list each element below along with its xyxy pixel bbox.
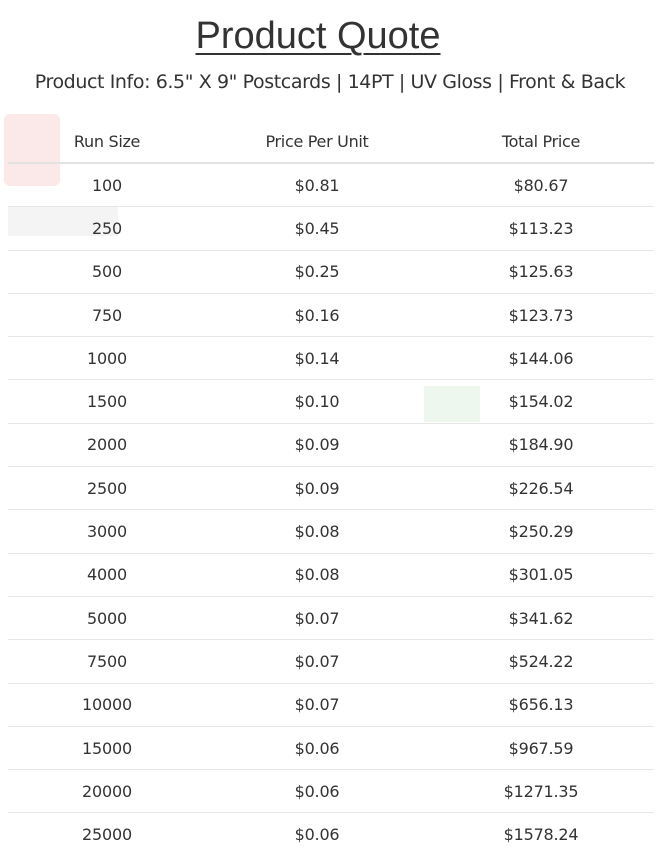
run-size-cell: 2500 <box>8 466 206 511</box>
total-price-cell: $301.05 <box>428 553 654 597</box>
quote-table: Run Size Price Per Unit Total Price 100 $… <box>8 120 654 856</box>
table-row: 10000 $0.07 $656.13 <box>8 683 654 727</box>
price-per-unit-cell: $0.09 <box>206 423 428 468</box>
table-row: 3000 $0.08 $250.29 <box>8 509 654 554</box>
table-row: 7500 $0.07 $524.22 <box>8 639 654 684</box>
page-title: Product Quote <box>195 15 441 57</box>
price-per-unit-cell: $0.06 <box>294 825 340 845</box>
product-info: Product Info: 6.5" X 9" Postcards | 14PT… <box>34 71 626 93</box>
price-per-unit-cell: $0.25 <box>206 250 428 294</box>
table-body: 100 $0.81 $80.67 250 $0.45 $113.23 500 $0.25 $12… <box>8 163 654 856</box>
total-price-cell: $341.62 <box>428 596 654 641</box>
run-size-cell: 100 <box>8 163 206 208</box>
table-row: 2000 $0.09 $184.90 <box>8 423 654 468</box>
total-price-cell: $250.29 <box>428 509 654 554</box>
run-size-cell: 25000 <box>82 825 132 845</box>
run-size-cell: 20000 <box>8 769 206 814</box>
table-header-row: Run Size Price Per Unit Total Price <box>8 120 654 164</box>
price-per-unit-cell: $0.06 <box>206 726 428 771</box>
price-per-unit-cell: $0.08 <box>206 553 428 597</box>
total-price-cell: $125.63 <box>428 250 654 294</box>
table-row: 20000 $0.06 $1271.35 <box>8 769 654 814</box>
run-size-cell: 3000 <box>8 509 206 554</box>
run-size-cell: 7500 <box>8 639 206 684</box>
total-price-cell: $226.54 <box>428 466 654 511</box>
run-size-cell: 1000 <box>8 336 206 381</box>
price-per-unit-cell: $0.81 <box>206 163 428 208</box>
total-price-cell: $113.23 <box>428 206 654 251</box>
header-run-size: Run Size <box>8 120 206 164</box>
run-size-cell: 10000 <box>8 683 206 727</box>
run-size-cell: 5000 <box>8 596 206 641</box>
total-price-cell: $184.90 <box>428 423 654 468</box>
price-per-unit-cell: $0.10 <box>206 379 428 424</box>
table-row: 25000 $0.06 $1578.24 <box>8 813 654 856</box>
price-per-unit-cell: $0.07 <box>206 683 428 727</box>
header-price-per-unit: Price Per Unit <box>206 120 428 164</box>
total-price-cell: $1578.24 <box>503 825 579 845</box>
table-row: 2500 $0.09 $226.54 <box>8 466 654 511</box>
price-per-unit-cell: $0.14 <box>206 336 428 381</box>
header-total-price: Total Price <box>428 120 654 164</box>
table-row: 4000 $0.08 $301.05 <box>8 553 654 597</box>
price-per-unit-cell: $0.07 <box>206 596 428 641</box>
price-per-unit-cell: $0.06 <box>206 769 428 814</box>
price-per-unit-cell: $0.45 <box>206 206 428 251</box>
price-per-unit-cell: $0.07 <box>206 639 428 684</box>
table-row: 500 $0.25 $125.63 <box>8 250 654 294</box>
total-price-cell: $154.02 <box>428 379 654 424</box>
total-price-cell: $1271.35 <box>428 769 654 814</box>
table-row: 1500 $0.10 $154.02 <box>8 379 654 424</box>
run-size-cell: 500 <box>8 250 206 294</box>
run-size-cell: 15000 <box>8 726 206 771</box>
total-price-cell: $967.59 <box>428 726 654 771</box>
total-price-cell: $123.73 <box>428 293 654 338</box>
quote-page: Product Quote Product Info: 6.5" X 9" Po… <box>0 0 660 866</box>
table-row: 100 $0.81 $80.67 <box>8 163 654 208</box>
run-size-cell: 4000 <box>8 553 206 597</box>
run-size-cell: 250 <box>8 206 206 251</box>
run-size-cell: 1500 <box>8 379 206 424</box>
total-price-cell: $656.13 <box>428 683 654 727</box>
run-size-cell: 2000 <box>8 423 206 468</box>
table-row: 5000 $0.07 $341.62 <box>8 596 654 641</box>
total-price-cell: $144.06 <box>428 336 654 381</box>
price-per-unit-cell: $0.08 <box>206 509 428 554</box>
price-per-unit-cell: $0.09 <box>206 466 428 511</box>
total-price-cell: $80.67 <box>428 163 654 208</box>
total-price-cell: $524.22 <box>428 639 654 684</box>
table-row: 250 $0.45 $113.23 <box>8 206 654 251</box>
price-per-unit-cell: $0.16 <box>206 293 428 338</box>
table-row: 15000 $0.06 $967.59 <box>8 726 654 771</box>
table-row: 750 $0.16 $123.73 <box>8 293 654 338</box>
table-row: 1000 $0.14 $144.06 <box>8 336 654 381</box>
run-size-cell: 750 <box>8 293 206 338</box>
